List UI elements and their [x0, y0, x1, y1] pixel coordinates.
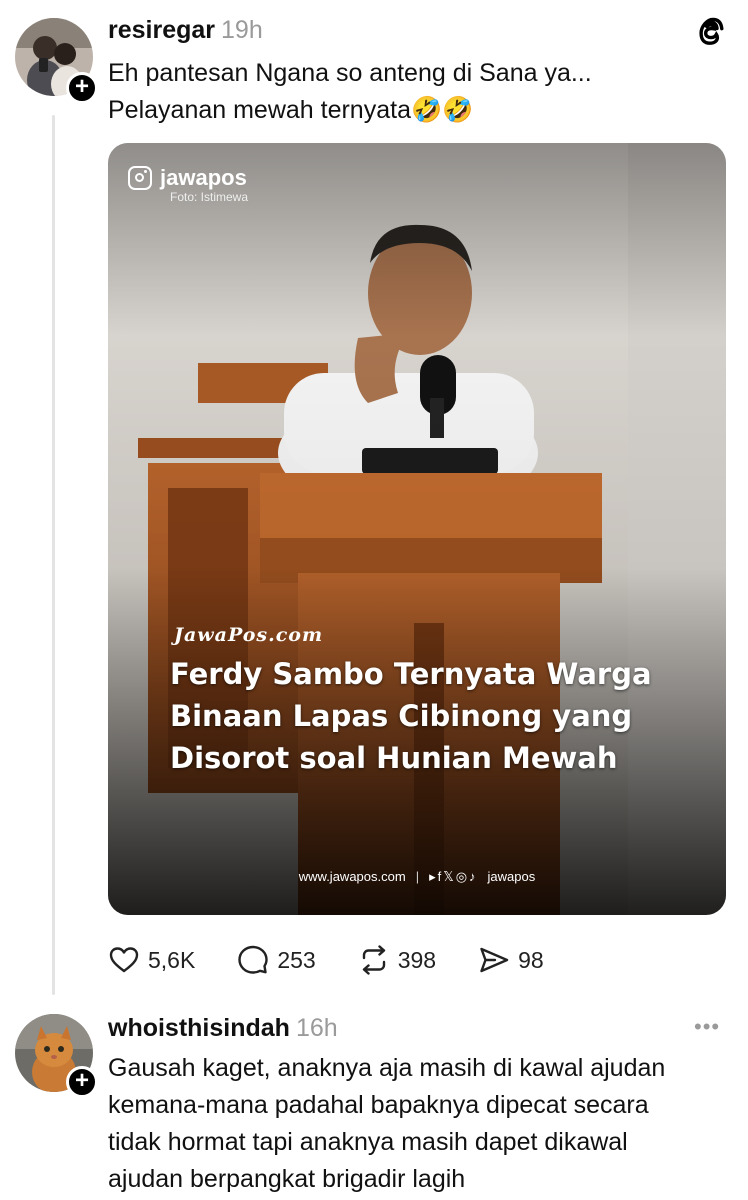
instagram-icon: [128, 166, 152, 190]
reply-button[interactable]: 253: [237, 944, 316, 976]
share-icon: [480, 947, 509, 973]
post-text-line: Gausah kaget, anaknya aja masih di kawal…: [108, 1054, 666, 1082]
timestamp: 16h: [295, 1014, 338, 1042]
share-button[interactable]: 98: [478, 944, 544, 976]
post-text-line: Pelayanan mewah ternyata🤣🤣: [108, 96, 474, 124]
instagram-handle: jawapos: [128, 165, 247, 191]
brand-label: JawaPos.com: [174, 624, 324, 646]
footer-site: www.jawapos.com: [298, 869, 406, 884]
headline: Ferdy Sambo Ternyata Warga Binaan Lapas …: [170, 653, 670, 779]
username-text[interactable]: whoisthisindah: [108, 1014, 290, 1042]
photo-illustration: [108, 143, 726, 915]
post-resiregar: + resiregar 19h Eh pantesan Ngana so ante…: [0, 0, 748, 1000]
reply-count: 253: [277, 946, 316, 973]
post-text-line: ajudan berpangkat brigadir lagih: [108, 1165, 466, 1193]
post-whoisthisindah: + whoisthisindah 16h ••• Gausah kaget, an…: [0, 1000, 748, 1200]
follow-plus-button[interactable]: +: [66, 1066, 98, 1098]
headline-line: Binaan Lapas Cibinong yang: [170, 699, 633, 733]
more-icon[interactable]: •••: [694, 1014, 720, 1040]
follow-plus-button[interactable]: +: [66, 72, 98, 104]
post-text: Eh pantesan Ngana so anteng di Sana ya..…: [108, 55, 592, 129]
headline-line: Ferdy Sambo Ternyata Warga: [170, 657, 652, 691]
username-text[interactable]: resiregar: [108, 16, 215, 44]
post-text-line: Eh pantesan Ngana so anteng di Sana ya..…: [108, 59, 592, 87]
repost-button[interactable]: 398: [358, 944, 436, 976]
username[interactable]: whoisthisindah 16h: [108, 1014, 338, 1043]
post-text-line: tidak hormat tapi anaknya masih dapet di…: [108, 1128, 628, 1156]
post-image[interactable]: jawapos Foto: Istimewa JawaPos.com Ferdy…: [108, 143, 726, 915]
share-count: 98: [518, 946, 544, 973]
footer-separator: |: [415, 869, 420, 884]
like-button[interactable]: 5,6K: [108, 944, 195, 976]
social-icons: ▸f𝕏◎♪: [429, 869, 478, 884]
heart-icon: [109, 947, 139, 973]
image-footer: www.jawapos.com | ▸f𝕏◎♪ jawapos: [108, 869, 726, 885]
action-bar: 5,6K 253 398 98: [108, 940, 586, 980]
like-count: 5,6K: [148, 946, 196, 973]
threads-logo-icon: [699, 17, 724, 45]
repost-count: 398: [397, 946, 437, 973]
username[interactable]: resiregar 19h: [108, 16, 263, 45]
photo-credit: Foto: Istimewa: [170, 190, 249, 204]
ig-handle-text: jawapos: [160, 165, 247, 190]
comment-icon: [238, 945, 269, 974]
footer-handle: jawapos: [487, 869, 536, 884]
repost-icon: [362, 945, 385, 975]
post-text-line: kemana-mana padahal bapaknya dipecat sec…: [108, 1091, 649, 1119]
post-text: Gausah kaget, anaknya aja masih di kawal…: [108, 1050, 665, 1198]
headline-line: Disorot soal Hunian Mewah: [170, 741, 618, 775]
timestamp: 19h: [221, 16, 263, 44]
